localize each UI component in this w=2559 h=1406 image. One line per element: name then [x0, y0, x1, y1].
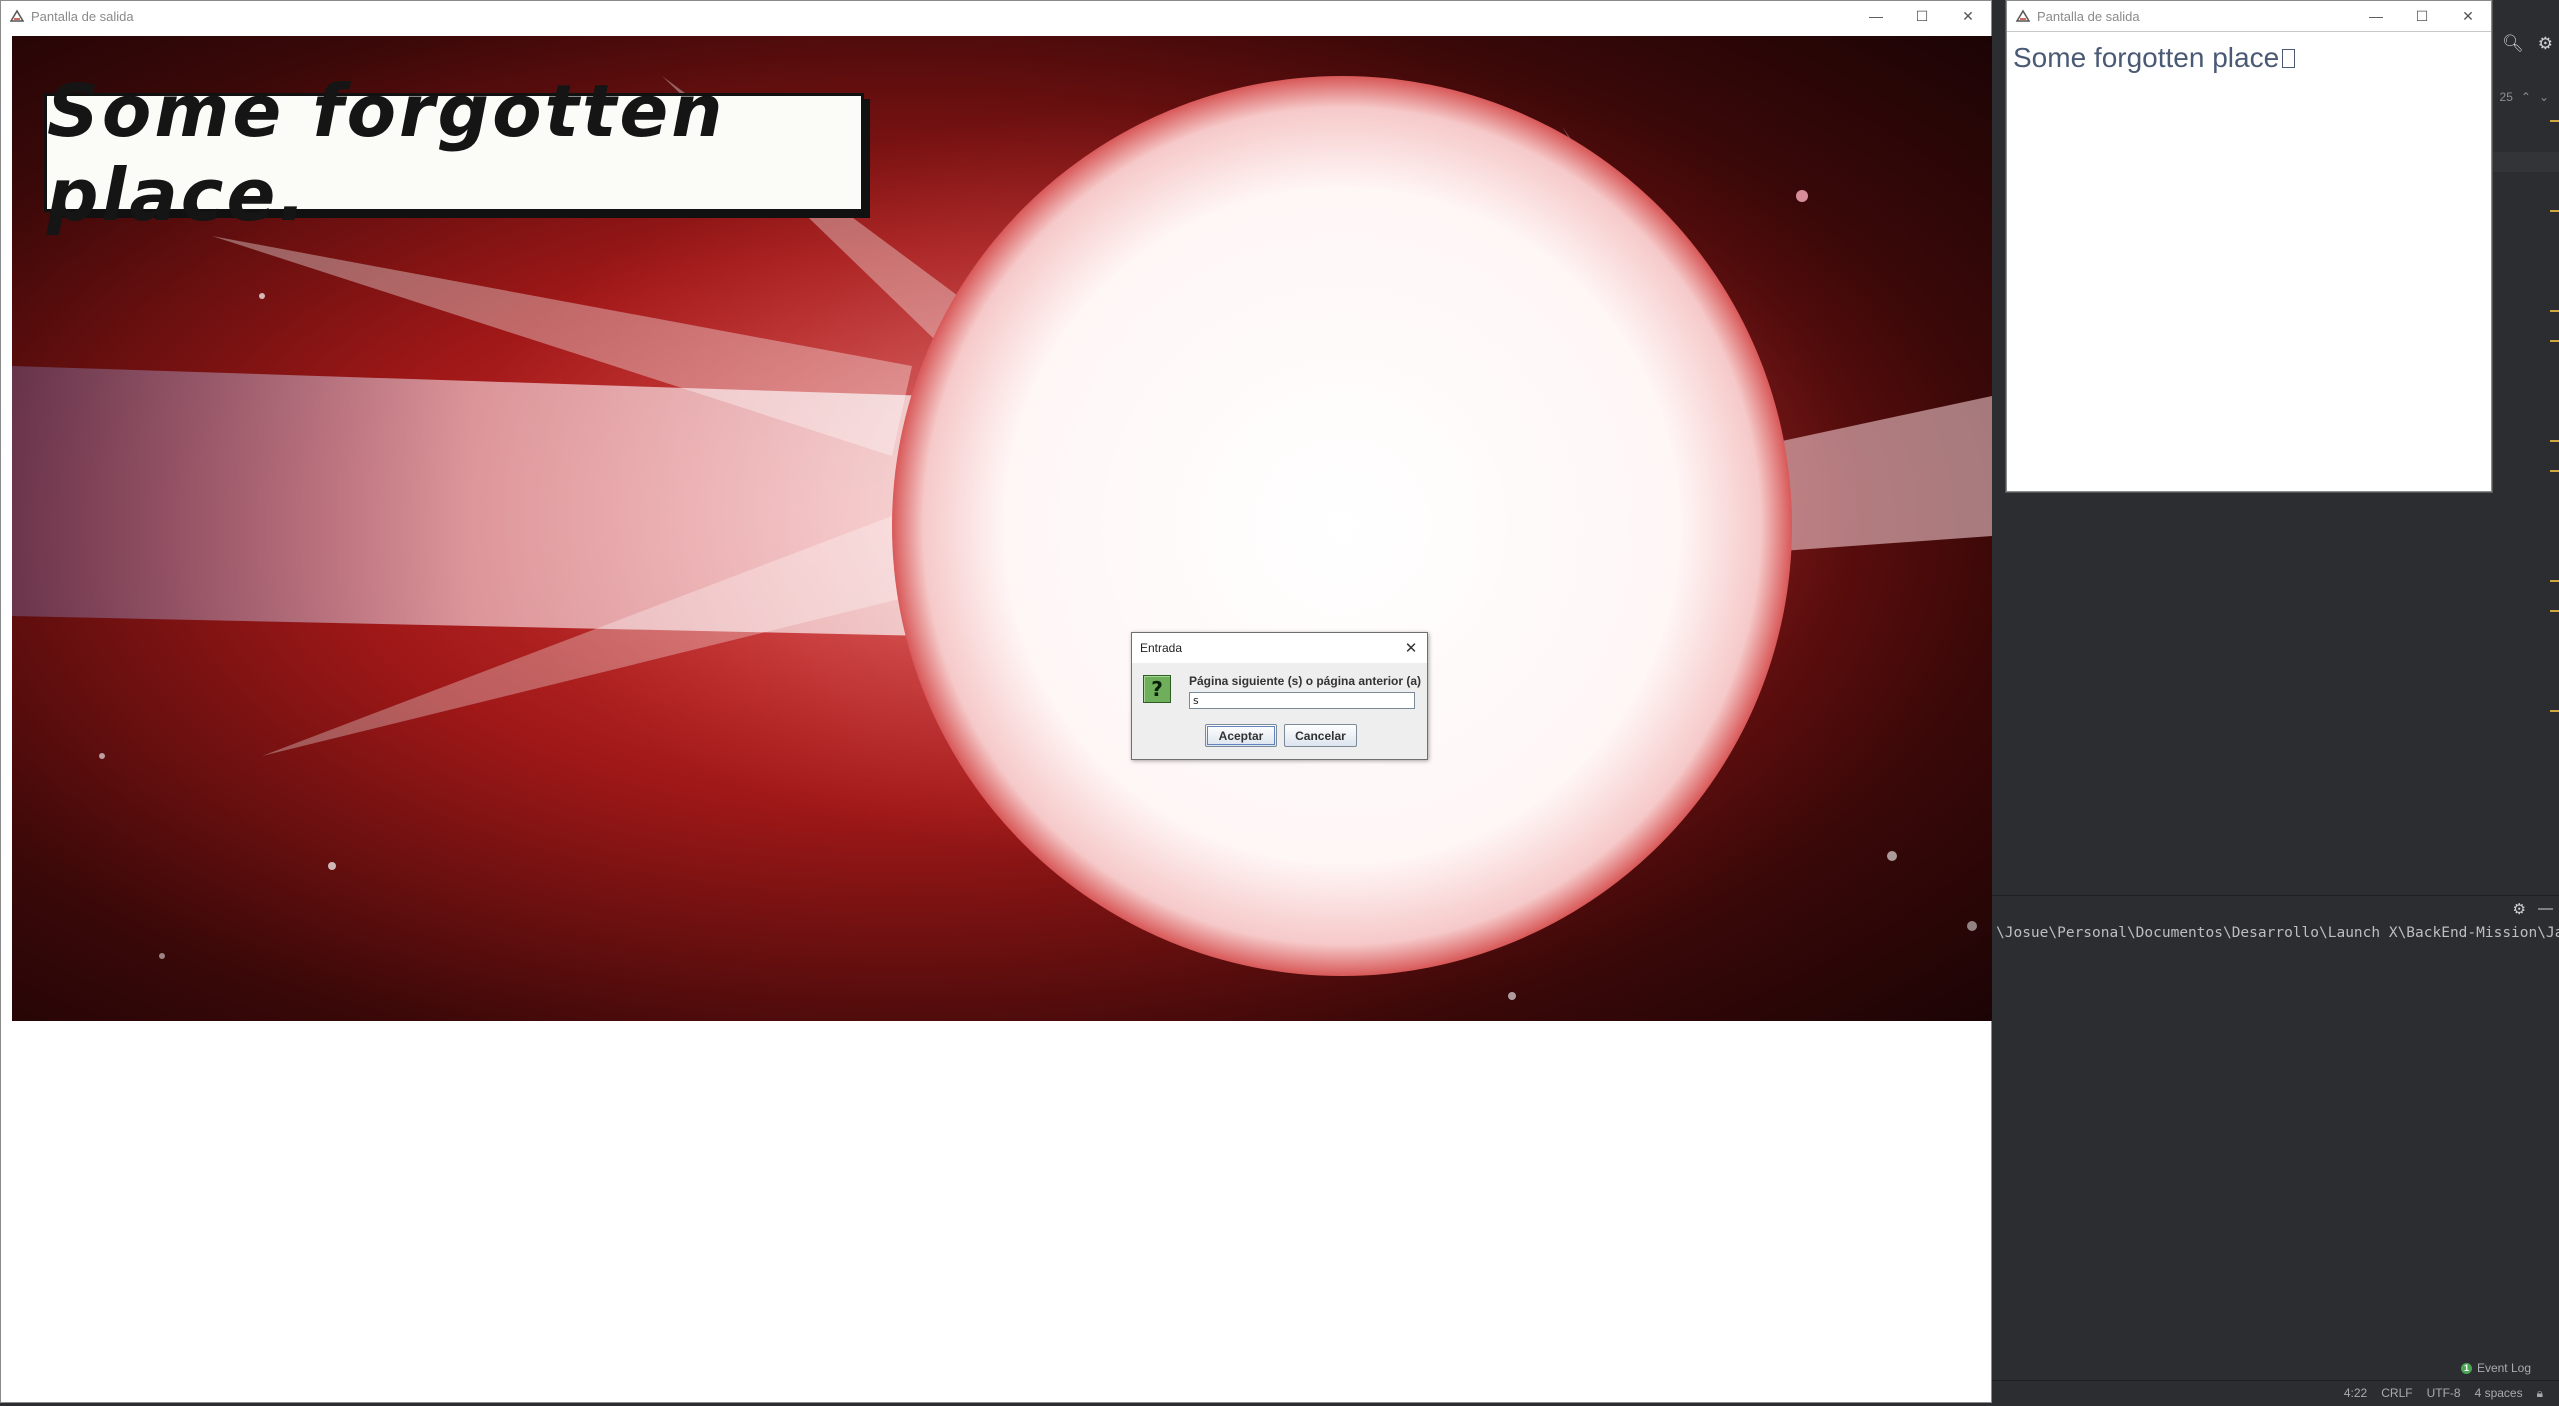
comic-caption-box: Some forgotten place. — [44, 69, 864, 237]
close-button[interactable]: ✕ — [1945, 1, 1991, 31]
maximize-icon: ☐ — [1915, 7, 1929, 24]
event-log-label: Event Log — [2476, 1361, 2531, 1375]
comic-caption-text: Some forgotten place. — [47, 68, 726, 237]
text-output-area: Some forgotten place — [2007, 31, 2491, 492]
minimize-icon: — — [1869, 8, 1883, 24]
question-icon: ? — [1143, 675, 1171, 703]
chevron-up-icon[interactable]: ⌃ — [2521, 90, 2531, 104]
chevron-down-icon[interactable]: ⌄ — [2539, 90, 2549, 104]
gear-icon[interactable]: ⚙ — [2513, 900, 2526, 918]
main-output-window: Pantalla de salida — ☐ ✕ Some forgotten … — [0, 0, 1992, 1403]
close-icon: ✕ — [1404, 640, 1418, 657]
lock-icon[interactable]: 🔒︎ — [2537, 1386, 2543, 1401]
dialog-title: Entrada — [1140, 641, 1183, 655]
maximize-button[interactable]: ☐ — [1899, 1, 1945, 31]
close-button[interactable]: ✕ — [2445, 1, 2491, 31]
input-dialog: Entrada ✕ ? Página siguiente (s) o págin… — [1131, 632, 1428, 760]
page-direction-input[interactable]: s — [1189, 692, 1415, 709]
line-count-hint: 25 — [2499, 90, 2513, 104]
gear-icon[interactable]: ⚙ — [2538, 34, 2553, 54]
dialog-close-button[interactable]: ✕ — [1401, 638, 1421, 658]
line-ending[interactable]: CRLF — [2381, 1386, 2412, 1401]
java-app-icon — [9, 8, 25, 24]
accept-button[interactable]: Aceptar — [1205, 724, 1277, 747]
editor-inspection-widget: 25 ⌃ ⌄ — [2500, 90, 2549, 104]
ide-toolbar: 🔍︎ ⚙ — [2502, 34, 2553, 54]
close-icon: ✕ — [1962, 7, 1974, 24]
search-icon[interactable]: 🔍︎ — [2502, 34, 2524, 54]
cancel-button[interactable]: Cancelar — [1284, 724, 1357, 747]
window-title: Pantalla de salida — [2037, 8, 2140, 24]
ide-status-bar: 4:22 CRLF UTF-8 4 spaces 🔒︎ — [1990, 1380, 2559, 1406]
terminal-output-path: \Josue\Personal\Documentos\Desarrollo\La… — [1996, 925, 2559, 941]
minimize-panel-icon[interactable]: — — [2538, 900, 2553, 918]
close-icon: ✕ — [2462, 7, 2474, 24]
indent-setting[interactable]: 4 spaces — [2475, 1386, 2523, 1401]
dialog-title-bar[interactable]: Entrada ✕ — [1132, 633, 1427, 663]
event-log-button[interactable]: 1 Event Log — [2460, 1361, 2531, 1375]
editor-gutter-markers — [2549, 110, 2559, 730]
output-text-line: Some forgotten place — [2013, 42, 2296, 74]
maximize-icon: ☐ — [2415, 7, 2429, 24]
title-bar[interactable]: Pantalla de salida — ☐ ✕ — [1, 1, 1991, 31]
minimize-button[interactable]: — — [2353, 1, 2399, 31]
minimize-button[interactable]: — — [1853, 1, 1899, 31]
event-log-icon: 1 — [2460, 1362, 2472, 1374]
comic-page-image: Some forgotten place. — [12, 36, 1992, 1021]
title-bar[interactable]: Pantalla de salida — ☐ ✕ — [2007, 1, 2491, 31]
dialog-prompt: Página siguiente (s) o página anterior (… — [1189, 674, 1422, 688]
java-app-icon — [2015, 8, 2031, 24]
text-output-window: Pantalla de salida — ☐ ✕ Some forgotten … — [2006, 0, 2492, 492]
window-title: Pantalla de salida — [31, 8, 134, 24]
file-encoding[interactable]: UTF-8 — [2427, 1386, 2461, 1401]
maximize-button[interactable]: ☐ — [2399, 1, 2445, 31]
output-text: Some forgotten place — [2013, 42, 2280, 73]
missing-glyph-icon — [2282, 49, 2296, 68]
caret-position[interactable]: 4:22 — [2344, 1386, 2367, 1401]
terminal-header: ⚙ — — [1990, 895, 2559, 922]
minimize-icon: — — [2369, 8, 2383, 24]
